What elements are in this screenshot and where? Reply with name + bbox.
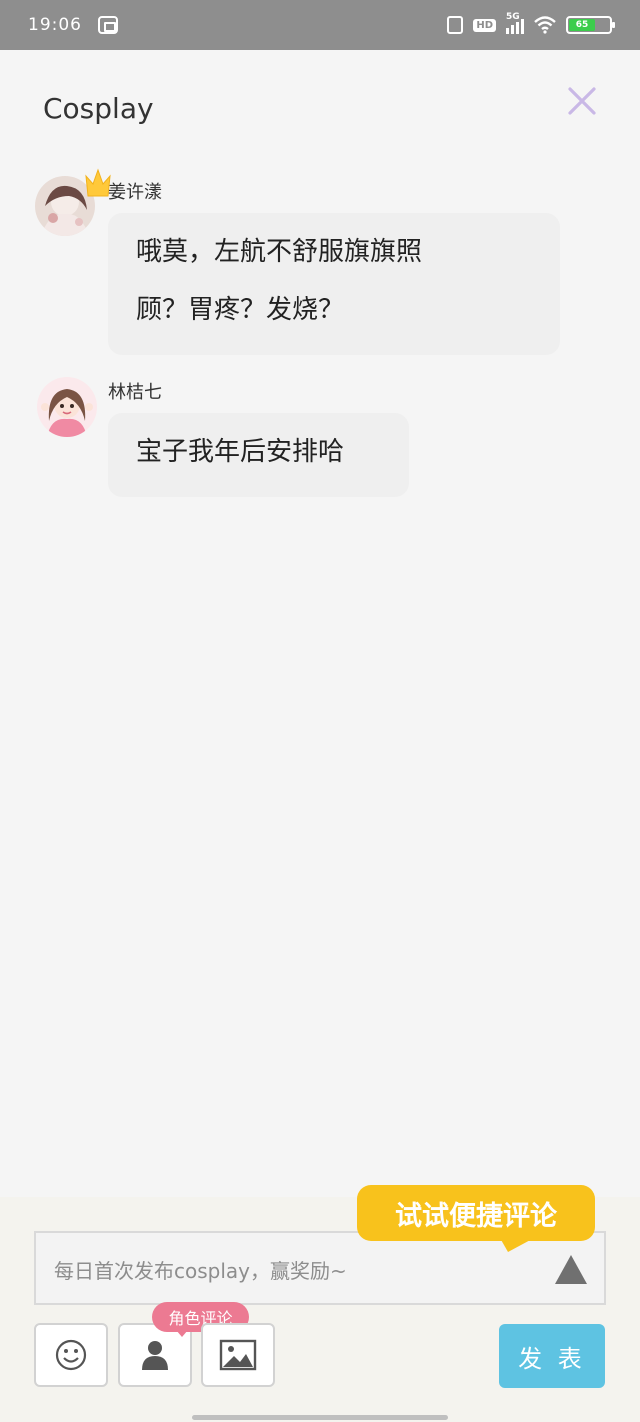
wifi-icon [534, 16, 556, 34]
signal-icon: 5G [506, 12, 524, 34]
quick-comment-tooltip[interactable]: 试试便捷评论 [357, 1185, 595, 1241]
status-time: 19:06 [28, 15, 82, 35]
sender-name: 林桔七 [108, 382, 162, 403]
message-line: 顾？胃疼？发烧？ [136, 295, 345, 325]
smiley-icon [55, 1339, 87, 1371]
message-bubble: 宝子我年后安排哈 [108, 413, 409, 497]
battery-icon: 65 [566, 16, 615, 34]
vibrate-icon [447, 16, 464, 34]
gallery-notification-icon [98, 16, 118, 34]
input-placeholder: 每日首次发布cosplay，赢奖励~ [54, 1259, 347, 1283]
message-line: 宝子我年后安排哈 [136, 437, 345, 467]
image-icon [219, 1339, 257, 1371]
page-title: Cosplay [43, 92, 154, 125]
tooltip-tail [500, 1238, 534, 1252]
sender-name: 姜许漾 [108, 182, 162, 203]
close-icon[interactable] [566, 85, 598, 117]
expand-up-icon[interactable] [554, 1253, 588, 1285]
message-bubble: 哦莫，左航不舒服旗旗照 顾？胃疼？发烧？ [108, 213, 560, 355]
person-icon [142, 1341, 168, 1370]
battery-level: 65 [569, 19, 595, 31]
badge-tail [176, 1330, 188, 1337]
network-type: 5G [506, 12, 520, 22]
message-line: 哦莫，左航不舒服旗旗照 [136, 237, 423, 267]
hd-badge: HD [473, 18, 496, 32]
home-indicator [192, 1415, 448, 1420]
emoji-button[interactable] [34, 1323, 108, 1387]
avatar[interactable] [37, 377, 97, 437]
status-bar: 19:06 HD 5G 65 [0, 0, 640, 50]
send-button[interactable]: 发 表 [499, 1324, 605, 1388]
image-button[interactable] [201, 1323, 275, 1387]
